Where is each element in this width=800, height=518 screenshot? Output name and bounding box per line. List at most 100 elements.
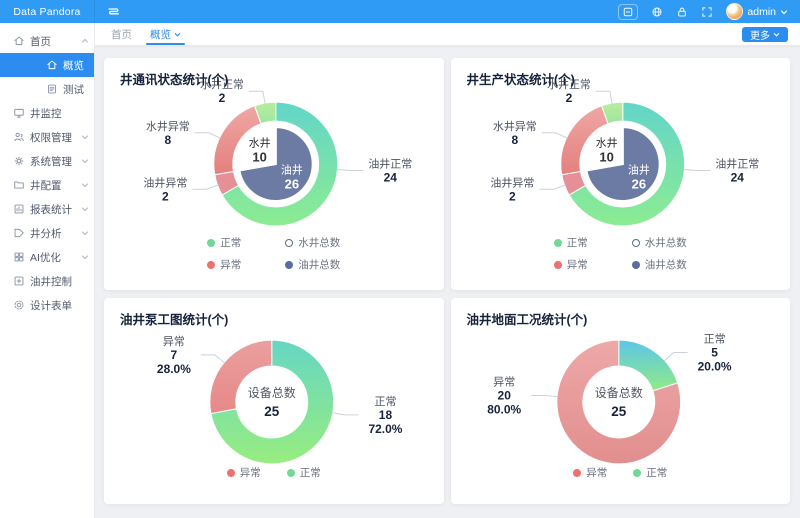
user-menu[interactable]: admin — [726, 3, 788, 20]
svg-text:5: 5 — [711, 346, 718, 360]
monitor-icon — [13, 107, 25, 119]
svg-text:油井: 油井 — [627, 163, 649, 177]
chevron-down-icon — [81, 253, 89, 261]
svg-text:26: 26 — [285, 177, 299, 192]
chart-title: 油井泵工图统计(个) — [120, 309, 228, 328]
legend-hollow-dot-icon — [285, 239, 293, 247]
sidebar-item-test[interactable]: 测试 — [0, 77, 94, 101]
sidebar-item-overview[interactable]: 概览 — [0, 53, 94, 77]
chart-card-well-communication: 井通讯状态统计(个) 油井正常24油井异常2水井异常8水井正常2油井26水井10… — [104, 58, 444, 290]
chevron-down-icon — [81, 181, 89, 189]
more-button[interactable]: 更多 — [742, 27, 788, 42]
svg-text:72.0%: 72.0% — [368, 422, 402, 436]
sidebar-item-ai-optimization[interactable]: AI优化 — [0, 245, 94, 269]
well-config-icon — [13, 179, 25, 191]
legend-dot-icon — [632, 261, 640, 269]
home-icon — [13, 35, 25, 47]
sidebar-item-label: 首页 — [30, 34, 51, 49]
legend-label: 正常 — [220, 235, 241, 250]
sidebar-item-oil-well-control[interactable]: 油井控制 — [0, 269, 94, 293]
dashboard-content: 井通讯状态统计(个) 油井正常24油井异常2水井异常8水井正常2油井26水井10… — [94, 45, 800, 518]
sidebar-item-well-monitoring[interactable]: 井监控 — [0, 101, 94, 125]
svg-text:水井: 水井 — [249, 135, 271, 149]
svg-text:25: 25 — [611, 404, 626, 419]
legend-label: 水井总数 — [645, 235, 687, 250]
sidebar-item-form-designer[interactable]: 设计表单 — [0, 293, 94, 317]
svg-text:28.0%: 28.0% — [157, 362, 191, 376]
legend-item[interactable]: 油井总数 — [632, 257, 687, 272]
chevron-down-icon — [81, 133, 89, 141]
svg-text:20: 20 — [497, 389, 511, 403]
sidebar-item-label: 油井控制 — [30, 274, 72, 289]
top-header-bar: Data Pandora — [0, 0, 800, 23]
header-actions: admin — [618, 3, 788, 20]
sidebar-item-home[interactable]: 首页 — [0, 29, 94, 53]
svg-text:26: 26 — [631, 177, 645, 192]
menu-collapse-icon[interactable] — [105, 4, 121, 19]
svg-text:油井异常: 油井异常 — [490, 175, 534, 189]
legend-item[interactable]: 正常 — [554, 235, 588, 250]
sidebar-item-well-analysis[interactable]: 井分析 — [0, 221, 94, 245]
tab-label: 首页 — [111, 27, 132, 42]
fullscreen-icon[interactable] — [701, 6, 713, 18]
svg-text:油井异常: 油井异常 — [143, 175, 187, 189]
legend-item[interactable]: 正常 — [287, 465, 321, 480]
svg-text:10: 10 — [599, 149, 613, 164]
chevron-down-icon — [174, 31, 181, 38]
ai-icon — [13, 251, 25, 263]
chart-card-pump-diagram: 油井泵工图统计(个) 正常1872.0%异常728.0%设备总数25 异常 正常 — [104, 298, 444, 504]
legend-item[interactable]: 异常 — [573, 465, 607, 480]
chart-title: 油井地面工况统计(个) — [467, 309, 588, 328]
tab-overview[interactable]: 概览 — [141, 23, 190, 45]
globe-icon[interactable] — [651, 6, 663, 18]
legend-item[interactable]: 油井总数 — [285, 257, 340, 272]
svg-text:异常: 异常 — [493, 376, 515, 389]
sidebar-item-label: 概览 — [63, 58, 84, 73]
sidebar-item-reports[interactable]: 报表统计 — [0, 197, 94, 221]
report-icon — [13, 203, 25, 215]
control-icon — [13, 275, 25, 287]
lock-icon[interactable] — [676, 6, 688, 18]
svg-text:油井: 油井 — [281, 163, 303, 177]
legend-dot-icon — [633, 469, 641, 477]
analysis-icon — [13, 227, 25, 239]
chevron-down-icon — [81, 157, 89, 165]
chart-legend: 异常 正常 — [451, 465, 791, 480]
svg-text:20.0%: 20.0% — [697, 360, 731, 374]
square-minus-icon[interactable] — [618, 4, 638, 20]
svg-text:7: 7 — [171, 348, 178, 362]
svg-text:设备总数: 设备总数 — [594, 385, 642, 400]
legend-item[interactable]: 异常 — [554, 257, 588, 272]
sidebar-item-well-config[interactable]: 井配置 — [0, 173, 94, 197]
sidebar-item-label: 权限管理 — [30, 130, 72, 145]
svg-text:2: 2 — [162, 189, 169, 203]
chevron-down-icon — [81, 205, 89, 213]
legend-label: 水井总数 — [298, 235, 340, 250]
chevron-up-icon — [81, 37, 89, 45]
sidebar-item-label: 井分析 — [30, 226, 62, 241]
svg-text:24: 24 — [384, 170, 398, 184]
legend-item[interactable]: 水井总数 — [632, 235, 687, 250]
legend-item[interactable]: 异常 — [207, 257, 241, 272]
legend-item[interactable]: 正常 — [207, 235, 241, 250]
sidebar-item-label: 井配置 — [30, 178, 62, 193]
svg-text:正常: 正常 — [703, 333, 725, 346]
sidebar-item-label: AI优化 — [30, 250, 61, 265]
svg-text:设备总数: 设备总数 — [248, 385, 296, 400]
legend-dot-icon — [554, 261, 562, 269]
sidebar-item-label: 测试 — [63, 82, 84, 97]
svg-text:正常: 正常 — [374, 395, 396, 408]
legend-item[interactable]: 异常 — [227, 465, 261, 480]
legend-item[interactable]: 水井总数 — [285, 235, 340, 250]
svg-text:油井正常: 油井正常 — [715, 156, 759, 170]
svg-text:2: 2 — [219, 91, 226, 105]
legend-label: 正常 — [300, 465, 321, 480]
svg-text:2: 2 — [565, 91, 572, 105]
legend-item[interactable]: 正常 — [633, 465, 667, 480]
sidebar-item-system[interactable]: 系统管理 — [0, 149, 94, 173]
more-button-label: 更多 — [750, 27, 770, 42]
tab-home[interactable]: 首页 — [102, 23, 141, 45]
legend-dot-icon — [554, 239, 562, 247]
sidebar-item-permissions[interactable]: 权限管理 — [0, 125, 94, 149]
legend-label: 油井总数 — [645, 257, 687, 272]
